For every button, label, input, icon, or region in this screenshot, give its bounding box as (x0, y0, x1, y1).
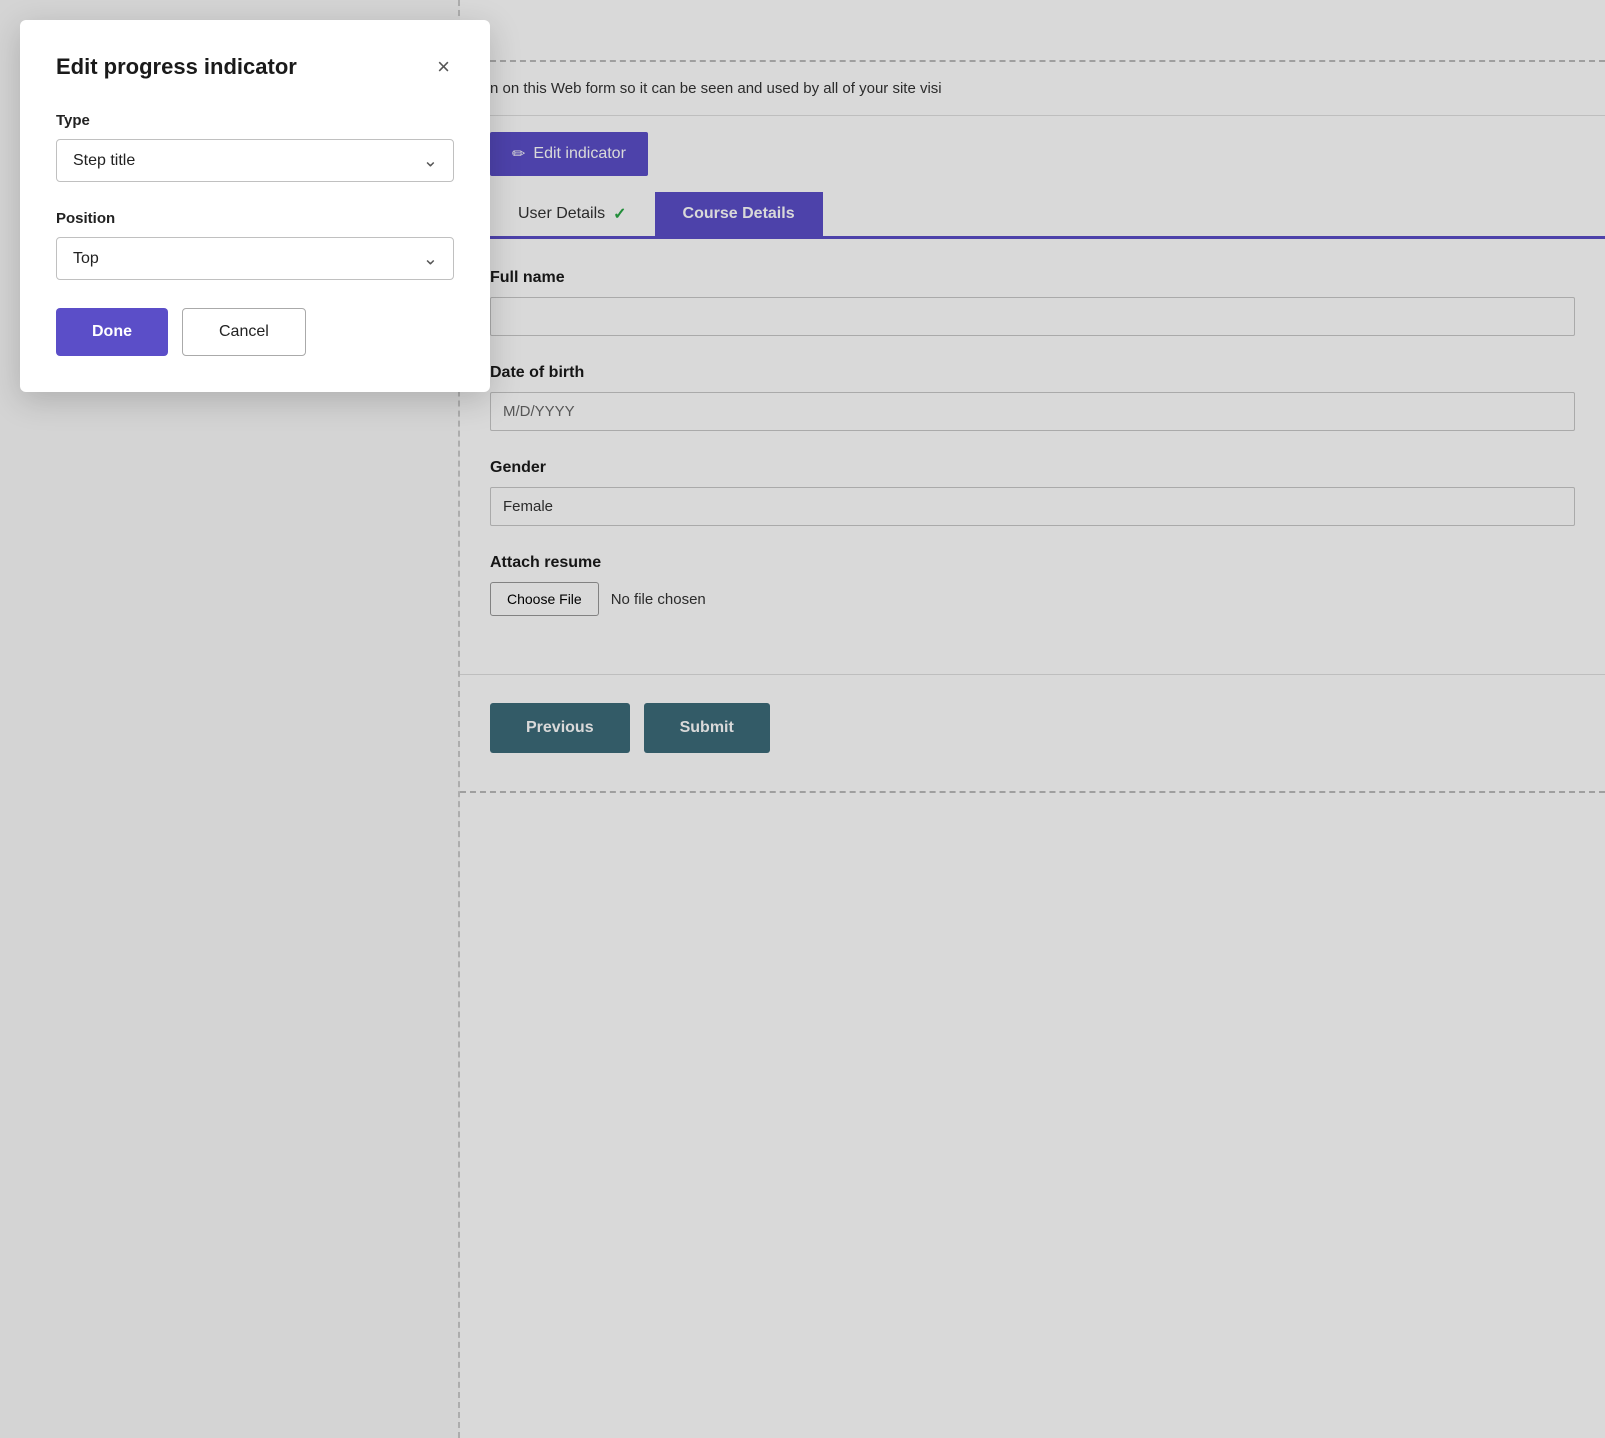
modal-type-field: Type Step title Step number Progress bar… (56, 112, 454, 182)
done-button[interactable]: Done (56, 308, 168, 356)
modal-position-field: Position Top Bottom Left Right ⌄ (56, 210, 454, 280)
position-select[interactable]: Top Bottom Left Right (56, 237, 454, 280)
type-select[interactable]: Step title Step number Progress bar (56, 139, 454, 182)
modal-position-label: Position (56, 210, 454, 227)
cancel-label: Cancel (219, 323, 269, 340)
modal-overlay: Edit progress indicator × Type Step titl… (0, 0, 1605, 1438)
modal-close-button[interactable]: × (433, 52, 454, 82)
modal-title: Edit progress indicator (56, 54, 297, 80)
type-select-wrapper: Step title Step number Progress bar ⌄ (56, 139, 454, 182)
modal-buttons: Done Cancel (56, 308, 454, 356)
modal-header: Edit progress indicator × (56, 52, 454, 82)
position-select-wrapper: Top Bottom Left Right ⌄ (56, 237, 454, 280)
modal-type-label: Type (56, 112, 454, 129)
close-icon: × (437, 54, 450, 79)
cancel-button[interactable]: Cancel (182, 308, 306, 356)
edit-progress-indicator-modal: Edit progress indicator × Type Step titl… (20, 20, 490, 392)
done-label: Done (92, 323, 132, 340)
